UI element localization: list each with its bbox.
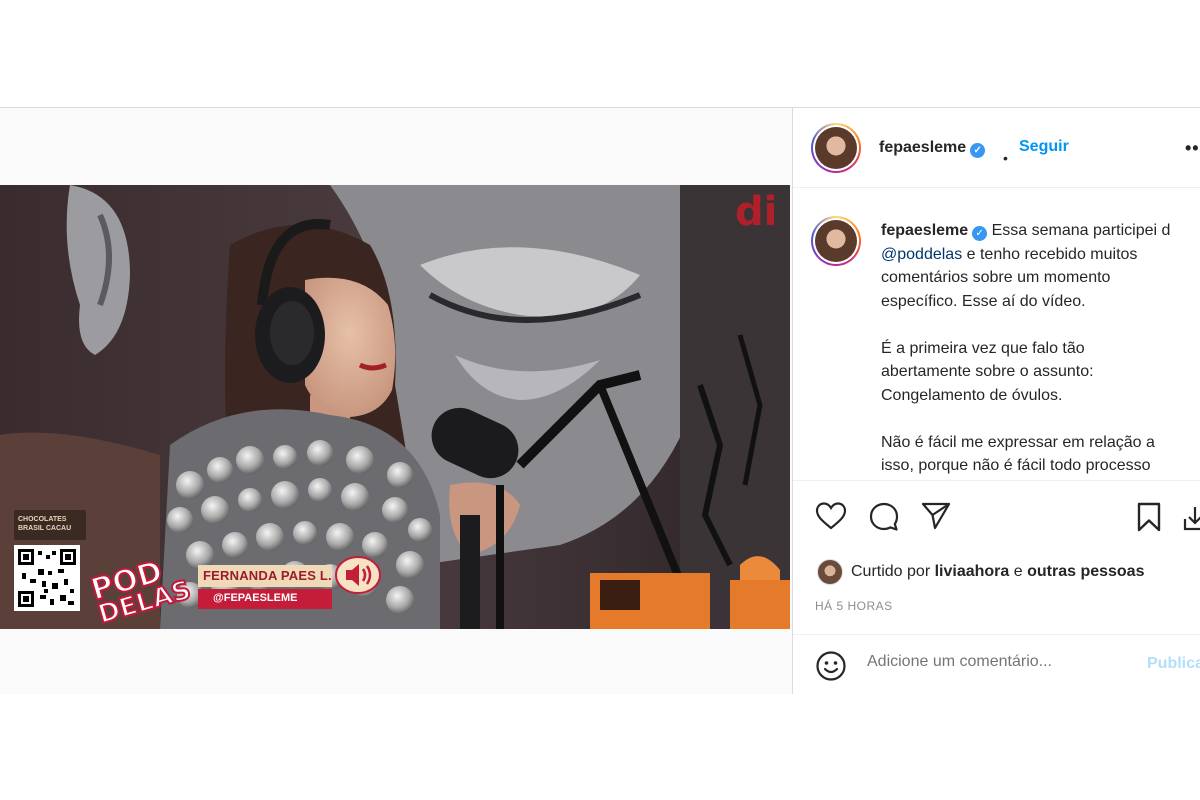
- caption-p2-line-2: abertamente sobre o assunto:: [881, 363, 1094, 380]
- sponsor-line-1: CHOCOLATES: [18, 516, 67, 523]
- likes-others-link[interactable]: outras pessoas: [1027, 563, 1144, 581]
- comment-input[interactable]: [867, 653, 1107, 671]
- verified-badge-icon: ✓: [970, 143, 986, 158]
- browser-viewport: di CHOCOLATES BRASIL CACAU POD DELAS FER…: [0, 0, 1200, 800]
- likes-prefix: Curtido por: [851, 563, 935, 580]
- download-icon[interactable]: [1183, 501, 1200, 533]
- post-timestamp[interactable]: HÁ 5 HORAS: [815, 599, 893, 613]
- comment-icon[interactable]: [868, 501, 900, 533]
- sponsor-text: CHOCOLATES BRASIL CACAU: [18, 515, 71, 533]
- caption-author-avatar[interactable]: [811, 216, 861, 266]
- caption-p3-line-2: isso, porque não é fácil todo processo: [881, 457, 1151, 474]
- publish-button[interactable]: Publicar: [1147, 655, 1200, 673]
- qr-code-graphic: [18, 549, 76, 607]
- send-icon[interactable]: [920, 501, 952, 531]
- heart-icon[interactable]: [815, 501, 847, 531]
- post-video[interactable]: di CHOCOLATES BRASIL CACAU POD DELAS FER…: [0, 185, 790, 629]
- comment-bar: Publicar: [793, 634, 1200, 694]
- qr-code: [14, 545, 80, 611]
- more-options-icon[interactable]: •••: [1185, 138, 1200, 159]
- post-caption: fepaesleme ✓ Essa semana participei d @po…: [881, 219, 1200, 480]
- post-sidebar: fepaesleme ✓ • Seguir ••• fepaesleme ✓ Ess…: [792, 108, 1200, 694]
- bookmark-icon[interactable]: [1135, 501, 1163, 533]
- author-avatar[interactable]: [811, 123, 861, 173]
- header-separator: •: [1003, 150, 1008, 166]
- caption-scroll-area[interactable]: fepaesleme ✓ Essa semana participei d @po…: [793, 188, 1200, 480]
- video-frame-illustration: di: [0, 185, 790, 629]
- svg-text:di: di: [735, 189, 777, 235]
- caption-paragraph-2: É a primeira vez que falo tão abertament…: [881, 337, 1200, 408]
- post-header: fepaesleme ✓ • Seguir •••: [793, 108, 1200, 188]
- caption-avatar-image: [815, 220, 857, 262]
- post-actions: Curtido por liviaahora e outras pessoas …: [793, 480, 1200, 694]
- instagram-post: di CHOCOLATES BRASIL CACAU POD DELAS FER…: [0, 107, 1200, 694]
- liker-avatar: [817, 559, 843, 585]
- author-username[interactable]: fepaesleme ✓: [879, 139, 986, 158]
- lower-third-guest-handle: @FEPAESLEME: [213, 592, 298, 604]
- liker-username[interactable]: liviaahora: [935, 563, 1010, 581]
- caption-p2-line-3: Congelamento de óvulos.: [881, 386, 1063, 404]
- caption-avatar-border: [813, 218, 859, 264]
- avatar-image: [815, 127, 857, 169]
- caption-paragraph-1: fepaesleme ✓ Essa semana participei d @po…: [881, 219, 1200, 313]
- avatar-border: [813, 125, 859, 171]
- caption-username[interactable]: fepaesleme: [881, 222, 968, 239]
- author-username-text[interactable]: fepaesleme: [879, 139, 966, 156]
- caption-mention-link[interactable]: @poddelas: [881, 246, 962, 263]
- caption-p2-line-1: É a primeira vez que falo tão: [881, 339, 1085, 357]
- caption-line-3: comentários sobre um momento: [881, 269, 1111, 286]
- follow-button[interactable]: Seguir: [1019, 138, 1069, 156]
- caption-line-4: específico. Esse aí do vídeo.: [881, 292, 1086, 310]
- speaker-icon: [335, 556, 381, 594]
- caption-line-2: e tenho recebido muitos: [962, 245, 1138, 263]
- emoji-icon[interactable]: [815, 650, 847, 682]
- sponsor-line-2: BRASIL CACAU: [18, 525, 72, 532]
- caption-p3-line-1: Não é fácil me expressar em relação a: [881, 433, 1155, 451]
- caption-line-1: Essa semana participei d: [991, 222, 1171, 239]
- lower-third-guest-name: FERNANDA PAES L.: [203, 568, 332, 583]
- caption-verified-badge-icon: ✓: [972, 226, 988, 241]
- likes-summary[interactable]: Curtido por liviaahora e outras pessoas: [817, 557, 1144, 587]
- caption-paragraph-3: Não é fácil me expressar em relação a is…: [881, 431, 1200, 478]
- likes-connector: e: [1009, 563, 1028, 580]
- post-media: di CHOCOLATES BRASIL CACAU POD DELAS FER…: [0, 108, 792, 694]
